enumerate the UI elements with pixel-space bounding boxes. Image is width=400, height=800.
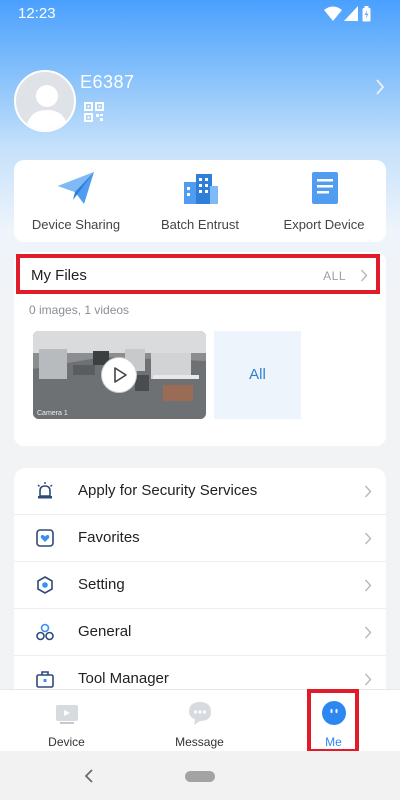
profile-chevron-right-icon[interactable]	[374, 78, 386, 96]
device-sharing-label: Device Sharing	[31, 217, 121, 232]
status-icons	[324, 6, 372, 22]
chevron-right-icon	[360, 269, 368, 282]
thumbnail-caption: Camera 1	[37, 410, 68, 417]
export-device-label: Export Device	[283, 217, 365, 232]
export-device-button[interactable]: Export Device	[262, 160, 386, 242]
quick-actions-card: Device Sharing Batch Entrust Export Devi…	[14, 160, 386, 242]
play-icon	[114, 367, 127, 383]
my-files-card: My Files ALL 0 images, 1 videos Camera 1…	[14, 252, 386, 446]
status-time: 12:23	[18, 5, 56, 22]
menu-list-card: Apply for Security Services Favorites Se…	[14, 468, 386, 708]
menu-item-favorites[interactable]: Favorites	[14, 515, 386, 562]
general-cubes-icon	[36, 623, 54, 641]
all-files-tile[interactable]: All	[214, 331, 301, 419]
my-files-title: My Files	[31, 267, 87, 284]
tab-label: Message	[175, 735, 224, 749]
back-icon[interactable]	[84, 769, 94, 783]
chevron-right-icon	[364, 532, 372, 545]
home-pill[interactable]	[185, 771, 215, 782]
device-sharing-button[interactable]: Device Sharing	[14, 160, 138, 242]
tab-label: Device	[48, 735, 85, 749]
chat-bubble-icon	[189, 702, 211, 725]
menu-item-general[interactable]: General	[14, 609, 386, 656]
signal-icon	[344, 6, 358, 21]
battery-icon	[362, 6, 371, 22]
status-bar: 12:23	[0, 0, 400, 28]
menu-item-label: Apply for Security Services	[78, 482, 258, 499]
menu-item-security-services[interactable]: Apply for Security Services	[14, 468, 386, 515]
setting-hex-icon	[37, 576, 53, 594]
system-navigation-bar	[0, 751, 400, 800]
menu-item-label: Tool Manager	[78, 670, 169, 687]
document-icon	[312, 172, 338, 204]
toolbox-icon	[36, 671, 54, 688]
paper-plane-icon	[58, 172, 94, 204]
tab-me-highlight-box	[307, 689, 359, 753]
favorites-heart-icon	[36, 529, 54, 547]
chevron-right-icon	[364, 485, 372, 498]
tab-message[interactable]: Message	[133, 690, 266, 752]
batch-entrust-label: Batch Entrust	[160, 217, 240, 232]
my-files-header[interactable]: My Files ALL	[16, 254, 380, 294]
chevron-right-icon	[364, 673, 372, 686]
video-camera-icon	[56, 705, 78, 724]
menu-item-label: Favorites	[78, 529, 140, 546]
files-count: 0 images, 1 videos	[29, 303, 130, 317]
wifi-icon	[324, 6, 342, 21]
qr-code-icon[interactable]	[84, 102, 104, 122]
video-thumbnail[interactable]: Camera 1	[33, 331, 206, 419]
username: E6387	[80, 72, 135, 92]
alarm-light-icon	[37, 482, 53, 499]
menu-item-label: General	[78, 623, 132, 640]
building-icon	[184, 174, 218, 204]
tab-device[interactable]: Device	[0, 690, 133, 752]
my-files-all-link[interactable]: ALL	[323, 269, 346, 283]
batch-entrust-button[interactable]: Batch Entrust	[138, 160, 262, 242]
avatar[interactable]	[14, 70, 76, 132]
play-button[interactable]	[101, 357, 137, 393]
menu-item-setting[interactable]: Setting	[14, 562, 386, 609]
chevron-right-icon	[364, 579, 372, 592]
chevron-right-icon	[364, 626, 372, 639]
menu-item-label: Setting	[78, 576, 125, 593]
